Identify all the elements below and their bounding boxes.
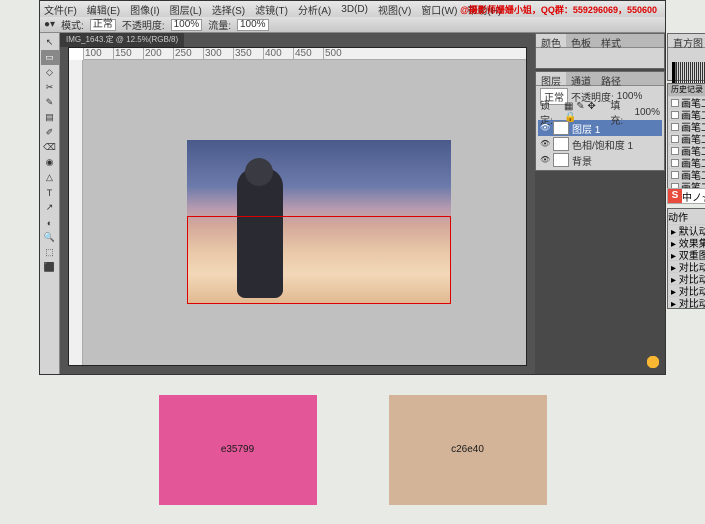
type-tool[interactable]: T bbox=[41, 185, 59, 200]
history-thumb-icon bbox=[671, 159, 679, 167]
tab-channels[interactable]: 通道 bbox=[566, 72, 596, 85]
action-item[interactable]: ▸ 对比动作 bbox=[668, 296, 705, 308]
document-area: IMG_1643.定 @ 12.5%(RGB/8) 10015020025030… bbox=[60, 33, 535, 374]
history-panel: 历史记录 画笔工具 画笔工具 画笔工具 画笔工具 画笔工具 画笔工具 画笔工具 … bbox=[667, 83, 705, 193]
layer-name: 背景 bbox=[572, 153, 592, 168]
history-thumb-icon bbox=[671, 123, 679, 131]
swatch-hex: e35799 bbox=[221, 444, 254, 455]
tab-histogram[interactable]: 直方图 bbox=[668, 34, 705, 47]
menu-analysis[interactable]: 分析(A) bbox=[298, 2, 331, 17]
history-thumb-icon bbox=[671, 147, 679, 155]
toolbox: ↖ ▭ ◇ ✂ ✎ ▤ ✐ ⌫ ◉ △ T ↗ ◐ 🔍 ⬚ ⬛ bbox=[40, 33, 60, 374]
zoom-tool[interactable]: 🔍 bbox=[41, 230, 59, 245]
move-tool[interactable]: ↖ bbox=[41, 35, 59, 50]
visibility-icon[interactable]: 👁 bbox=[540, 139, 550, 149]
background-color[interactable]: ⬛ bbox=[41, 260, 59, 275]
menu-file[interactable]: 文件(F) bbox=[44, 2, 77, 17]
options-bar: ●▾ 模式: 正常 不透明度: 100% 流量: 100% bbox=[40, 17, 665, 33]
tab-color[interactable]: 颜色 bbox=[536, 34, 566, 47]
layers-panel: 图层 通道 路径 正常 不透明度: 100% 锁定: ▦ ✎ ✥ 🔒 bbox=[535, 71, 665, 171]
rectangular-selection[interactable] bbox=[187, 216, 451, 304]
history-thumb-icon bbox=[671, 111, 679, 119]
actions-header: 动作 bbox=[668, 209, 705, 224]
fill-value[interactable]: 100% bbox=[634, 107, 660, 118]
tab-styles[interactable]: 样式 bbox=[596, 34, 626, 47]
swatch-hex: c26e40 bbox=[451, 444, 484, 455]
actions-panel: 动作 ▸ 默认动作 ▸ 效果集合 ▸ 双重图层 ▸ 对比动作 ▸ 对比动作 ▸ … bbox=[667, 208, 705, 309]
layer-row[interactable]: 👁 图层 1 bbox=[538, 120, 662, 136]
color-swatches-area: e35799 c26e40 bbox=[0, 375, 705, 524]
history-thumb-icon bbox=[671, 171, 679, 179]
mode-label: 模式: bbox=[61, 17, 84, 32]
path-tool[interactable]: ↗ bbox=[41, 200, 59, 215]
menu-view[interactable]: 视图(V) bbox=[378, 2, 411, 17]
histogram-panel: 直方图 bbox=[667, 33, 705, 81]
document-tab[interactable]: IMG_1643.定 @ 12.5%(RGB/8) bbox=[60, 33, 184, 47]
foreground-color[interactable]: ⬚ bbox=[41, 245, 59, 260]
color-panel: 颜色 色板 样式 bbox=[535, 33, 665, 69]
tab-paths[interactable]: 路径 bbox=[596, 72, 626, 85]
vertical-ruler bbox=[69, 60, 83, 365]
opacity-input[interactable]: 100% bbox=[171, 19, 203, 31]
opacity-label: 不透明度: bbox=[122, 17, 165, 32]
horizontal-ruler: 100150200250300350400450500 bbox=[83, 48, 526, 60]
menu-edit[interactable]: 编辑(E) bbox=[87, 2, 120, 17]
brush-tool[interactable]: ✐ bbox=[41, 125, 59, 140]
layer-name: 色相/饱和度 1 bbox=[572, 137, 633, 152]
lasso-tool[interactable]: ◇ bbox=[41, 65, 59, 80]
layer-name: 图层 1 bbox=[572, 121, 600, 136]
layer-thumbnail[interactable] bbox=[553, 137, 569, 151]
watermark-text: @摄影师姗姗小姐，QQ群：559296069，550600 bbox=[460, 3, 657, 16]
tab-layers[interactable]: 图层 bbox=[536, 72, 566, 85]
ime-bar[interactable]: S 中ノ☆図 bbox=[667, 188, 705, 204]
gradient-tool[interactable]: ◉ bbox=[41, 155, 59, 170]
fill-label: 填充: bbox=[610, 97, 631, 127]
layer-thumbnail[interactable] bbox=[553, 121, 569, 135]
menu-select[interactable]: 选择(S) bbox=[212, 2, 245, 17]
crop-tool[interactable]: ✂ bbox=[41, 80, 59, 95]
ime-logo-icon: S bbox=[668, 189, 682, 203]
mascot-icon bbox=[641, 352, 665, 372]
eraser-tool[interactable]: ⌫ bbox=[41, 140, 59, 155]
canvas[interactable] bbox=[83, 60, 526, 365]
layer-row[interactable]: 👁 色相/饱和度 1 bbox=[538, 136, 662, 152]
history-thumb-icon bbox=[671, 99, 679, 107]
layer-thumbnail[interactable] bbox=[553, 153, 569, 167]
layer-row[interactable]: 👁 背景 bbox=[538, 152, 662, 168]
menu-3d[interactable]: 3D(D) bbox=[341, 4, 368, 15]
shape-tool[interactable]: ◐ bbox=[41, 215, 59, 230]
workspace: ↖ ▭ ◇ ✂ ✎ ▤ ✐ ⌫ ◉ △ T ↗ ◐ 🔍 ⬚ ⬛ IMG_1643… bbox=[40, 33, 665, 374]
color-swatch-tan: c26e40 bbox=[389, 395, 547, 505]
eyedropper-tool[interactable]: ✎ bbox=[41, 95, 59, 110]
menu-image[interactable]: 图像(I) bbox=[130, 2, 159, 17]
healing-tool[interactable]: ▤ bbox=[41, 110, 59, 125]
panels-dock: 颜色 色板 样式 图层 通道 路径 正常 不透明度 bbox=[535, 33, 665, 374]
color-swatch-pink: e35799 bbox=[159, 395, 317, 505]
history-thumb-icon bbox=[671, 135, 679, 143]
visibility-icon[interactable]: 👁 bbox=[540, 155, 550, 165]
marquee-tool[interactable]: ▭ bbox=[41, 50, 59, 65]
menu-window[interactable]: 窗口(W) bbox=[421, 2, 457, 17]
blur-tool[interactable]: △ bbox=[41, 170, 59, 185]
menu-layer[interactable]: 图层(L) bbox=[170, 2, 202, 17]
flow-input[interactable]: 100% bbox=[237, 19, 269, 31]
menu-filter[interactable]: 滤镜(T) bbox=[255, 2, 288, 17]
canvas-window: 100150200250300350400450500 bbox=[68, 47, 527, 366]
ime-text: 中ノ☆図 bbox=[682, 189, 705, 204]
tab-swatches[interactable]: 色板 bbox=[566, 34, 596, 47]
visibility-icon[interactable]: 👁 bbox=[540, 123, 550, 133]
tool-preset-icon[interactable]: ●▾ bbox=[44, 19, 55, 30]
mode-select[interactable]: 正常 bbox=[90, 19, 116, 31]
flow-label: 流量: bbox=[208, 17, 231, 32]
photoshop-window: @摄影师姗姗小姐，QQ群：559296069，550600 文件(F) 编辑(E… bbox=[39, 0, 666, 375]
